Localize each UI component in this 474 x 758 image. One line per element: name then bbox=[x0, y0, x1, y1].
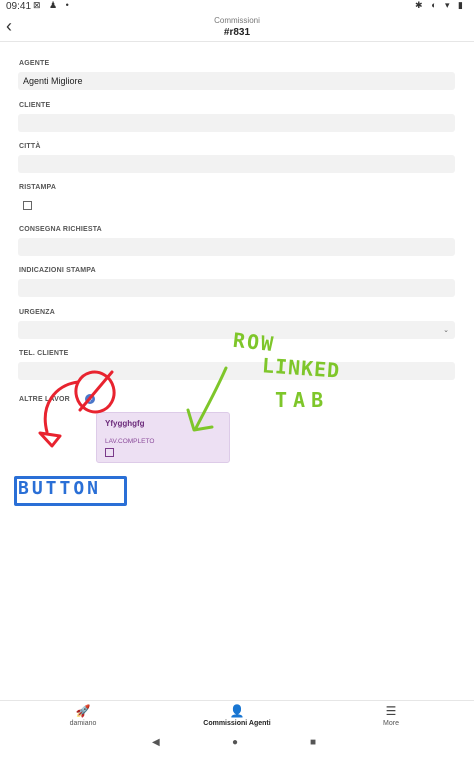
app-header: ‹ Commissioni #r831 bbox=[0, 14, 474, 42]
tel-cliente-field[interactable] bbox=[18, 362, 455, 380]
red-arrow-head-annotation bbox=[38, 431, 62, 448]
linked-row-card[interactable]: Yfygghgfg LAV.COMPLETO bbox=[96, 412, 230, 463]
status-notification-icons: ⊠ ♟ • bbox=[33, 0, 72, 10]
indicazioni-label: INDICAZIONI STAMPA bbox=[19, 267, 96, 274]
menu-icon: ☰ bbox=[385, 704, 397, 718]
nav-label-more: More bbox=[383, 720, 399, 727]
consegna-field[interactable] bbox=[18, 238, 455, 256]
urgenza-label: URGENZA bbox=[19, 309, 56, 316]
ristampa-label: RISTAMPA bbox=[19, 184, 57, 191]
ristampa-checkbox[interactable] bbox=[23, 201, 32, 210]
annotation-tab-text: TAB bbox=[275, 388, 330, 412]
system-recents-icon[interactable]: ■ bbox=[310, 737, 316, 748]
indicazioni-field[interactable] bbox=[18, 279, 455, 297]
red-arrow-annotation bbox=[43, 380, 80, 434]
agente-label: AGENTE bbox=[19, 60, 50, 67]
person-icon: 👤 bbox=[229, 704, 245, 718]
lav-completo-label: LAV.COMPLETO bbox=[105, 438, 155, 445]
system-home-icon[interactable]: ● bbox=[232, 737, 238, 748]
nav-item-commissioni-agenti[interactable]: 👤 Commissioni Agenti bbox=[177, 704, 297, 727]
system-nav-bar: ◀ ● ■ bbox=[0, 732, 474, 758]
status-system-icons: ✱ ◐ ▾ ▮ bbox=[415, 0, 466, 10]
chevron-down-icon: ⌄ bbox=[443, 327, 449, 334]
page-title: #r831 bbox=[223, 27, 251, 38]
header-subtitle: Commissioni bbox=[214, 16, 260, 25]
urgenza-select[interactable]: ⌄ bbox=[18, 321, 455, 339]
tel-cliente-label: TEL. CLIENTE bbox=[19, 350, 69, 357]
bottom-nav: 🚀 damiano 👤 Commissioni Agenti ☰ More bbox=[0, 700, 474, 732]
annotation-button-box bbox=[14, 476, 127, 506]
consegna-label: CONSEGNA RICHIESTA bbox=[19, 226, 102, 233]
linked-row-title: Yfygghgfg bbox=[105, 419, 145, 428]
add-row-button[interactable]: + bbox=[85, 394, 95, 404]
annotation-button-text: BUTTON bbox=[18, 478, 102, 499]
cliente-field[interactable] bbox=[18, 114, 455, 132]
rocket-icon: 🚀 bbox=[75, 704, 91, 718]
citta-field[interactable] bbox=[18, 155, 455, 173]
status-time: 09:41 bbox=[6, 1, 32, 12]
nav-item-more[interactable]: ☰ More bbox=[331, 704, 451, 727]
nav-label-damiano: damiano bbox=[69, 720, 97, 727]
nav-item-damiano[interactable]: 🚀 damiano bbox=[23, 704, 143, 727]
system-back-icon[interactable]: ◀ bbox=[152, 737, 160, 748]
lav-completo-checkbox[interactable] bbox=[105, 448, 114, 457]
status-bar: 09:41 ⊠ ♟ • ✱ ◐ ▾ ▮ bbox=[0, 0, 474, 14]
altre-lavorazioni-label: ALTRE LAVOR bbox=[19, 396, 70, 403]
cliente-label: CLIENTE bbox=[19, 102, 51, 109]
nav-label-commissioni-agenti: Commissioni Agenti bbox=[203, 720, 271, 727]
agente-field[interactable]: Agenti Migliore bbox=[18, 72, 455, 90]
citta-label: CITTÀ bbox=[19, 143, 41, 150]
